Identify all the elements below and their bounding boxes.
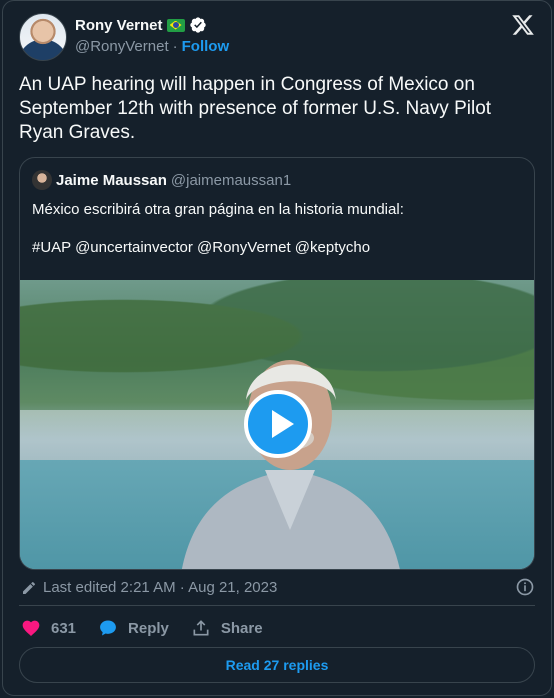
quoted-author-name: Jaime Maussan bbox=[56, 171, 167, 189]
tweet-text: An UAP hearing will happen in Congress o… bbox=[19, 74, 492, 143]
tweet-header: Rony Vernet @RonyVernet · Follow bbox=[19, 13, 535, 61]
heart-icon bbox=[22, 620, 40, 636]
author-handle-row: @RonyVernet · Follow bbox=[75, 38, 229, 55]
pencil-icon bbox=[23, 581, 36, 594]
divider bbox=[19, 605, 535, 606]
x-logo-icon[interactable] bbox=[511, 13, 535, 37]
quoted-tweet-hashtags: #UAP @uncertainvector @RonyVernet @kepty… bbox=[32, 239, 371, 256]
author-name[interactable]: Rony Vernet bbox=[75, 17, 163, 34]
quoted-author-handle: @jaimemaussan1 bbox=[170, 171, 292, 189]
edited-timestamp[interactable]: Last edited 2:21 AM · Aug 21, 2023 bbox=[21, 579, 277, 596]
brazil-flag-icon bbox=[166, 18, 185, 32]
share-icon bbox=[193, 620, 209, 636]
share-button[interactable]: Share bbox=[191, 618, 263, 638]
play-button[interactable] bbox=[244, 390, 312, 458]
author-handle[interactable]: @RonyVernet bbox=[75, 38, 169, 55]
author-avatar[interactable] bbox=[19, 13, 67, 61]
quoted-tweet-text: México escribirá otra gran página en la … bbox=[32, 201, 404, 218]
like-count: 631 bbox=[51, 619, 77, 637]
edited-timestamp-text: Last edited 2:21 AM · Aug 21, 2023 bbox=[43, 579, 278, 596]
follow-link[interactable]: Follow bbox=[182, 38, 230, 55]
verified-badge-icon bbox=[189, 17, 206, 33]
info-icon[interactable] bbox=[515, 577, 535, 597]
video-thumbnail[interactable] bbox=[20, 280, 534, 569]
reply-bubble-icon bbox=[100, 620, 116, 636]
reply-label: Reply bbox=[128, 619, 169, 637]
tweet-actions: 631 Reply Share bbox=[21, 618, 263, 638]
share-label: Share bbox=[220, 619, 263, 637]
quoted-author-avatar bbox=[32, 170, 52, 190]
quoted-tweet[interactable]: Jaime Maussan @jaimemaussan1 México escr… bbox=[19, 157, 535, 570]
read-replies-button[interactable]: Read 27 replies bbox=[19, 647, 535, 683]
separator-dot: · bbox=[172, 38, 178, 55]
embedded-tweet-card: Rony Vernet @RonyVernet · Follow An UAP … bbox=[2, 0, 552, 696]
like-button[interactable]: 631 bbox=[21, 618, 76, 638]
reply-button[interactable]: Reply bbox=[98, 618, 169, 638]
author-name-row: Rony Vernet bbox=[75, 16, 207, 34]
quoted-tweet-header: Jaime Maussan @jaimemaussan1 bbox=[32, 170, 291, 190]
